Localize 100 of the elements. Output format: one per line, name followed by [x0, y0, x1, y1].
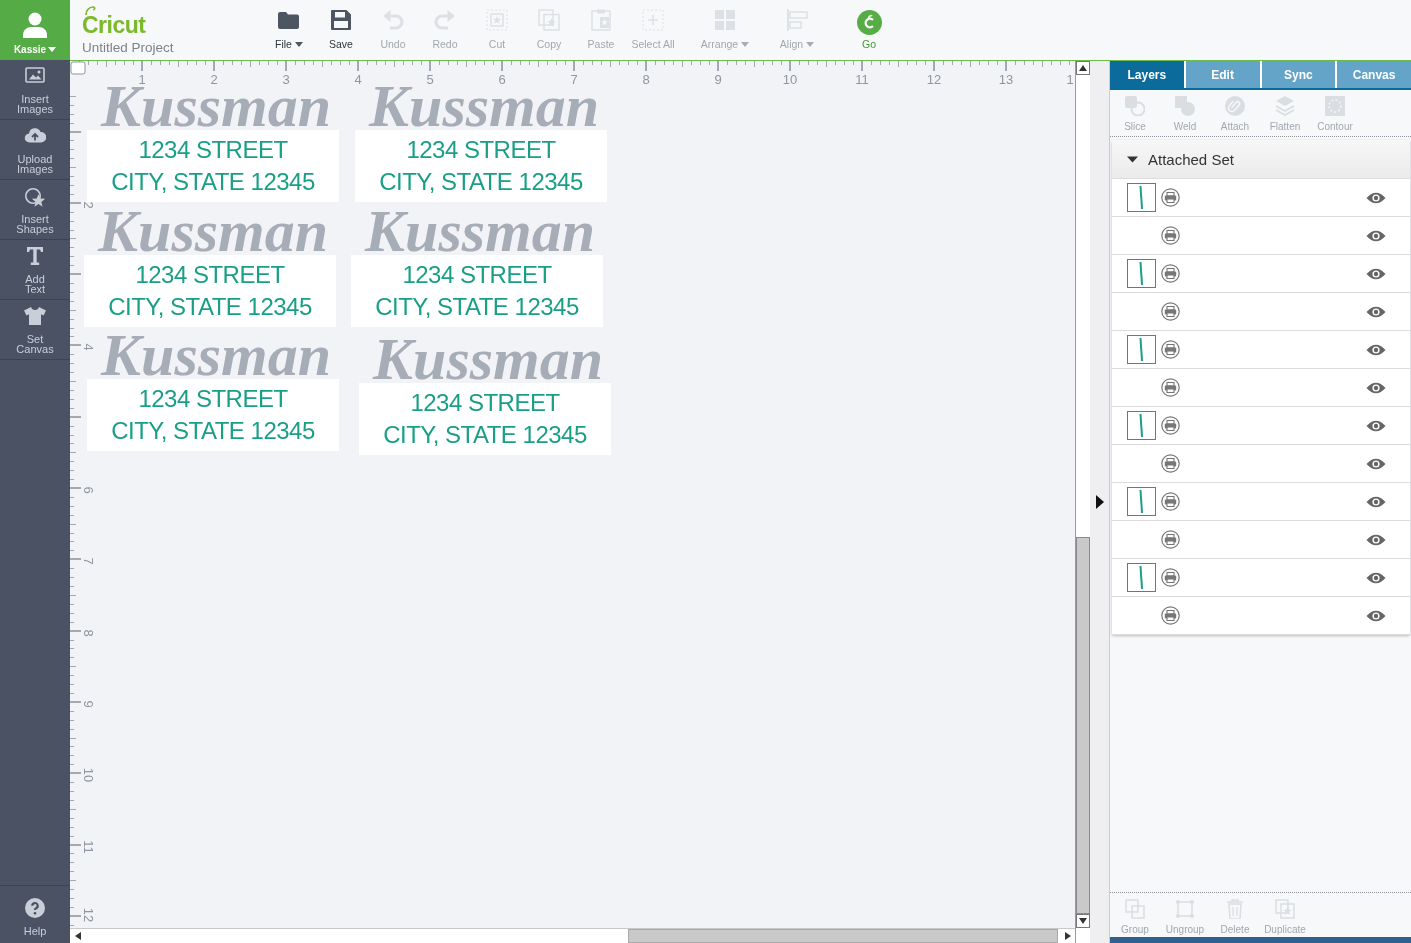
redo-arrow-icon	[433, 9, 457, 31]
thumbnail-icon	[1127, 259, 1156, 288]
user-icon	[23, 12, 47, 38]
eye-icon[interactable]	[1366, 380, 1386, 395]
dashed-circle-icon	[1325, 96, 1345, 116]
ruler-number: 3	[282, 72, 290, 87]
eye-icon[interactable]	[1366, 342, 1386, 357]
scroll-thumb[interactable]	[628, 929, 1058, 943]
eye-icon[interactable]	[1366, 570, 1386, 585]
layer-group-header[interactable]: Attached Set	[1112, 140, 1410, 179]
user-menu-button[interactable]: Kassie	[0, 0, 70, 60]
overlapping-squares-icon	[1125, 899, 1145, 919]
ruler-number: 4	[80, 343, 96, 351]
address-line: 1234 STREET	[406, 135, 556, 165]
ruler-number: 13	[998, 72, 1014, 87]
go-button[interactable]: Go	[833, 0, 905, 60]
thumbnail-icon	[1127, 563, 1156, 592]
ruler-number: 10	[80, 767, 96, 783]
triangle-up-icon	[1079, 65, 1087, 71]
eye-icon[interactable]	[1366, 266, 1386, 281]
name-text: Kussman	[373, 338, 604, 380]
stacked-squares-star-icon	[1275, 899, 1295, 919]
ruler-number: 6	[498, 72, 506, 87]
ruler-number: 5	[426, 72, 434, 87]
printer-icon[interactable]	[1161, 606, 1180, 625]
panel-tab[interactable]: Edit	[1185, 61, 1260, 88]
address-line: CITY, STATE 12345	[111, 167, 315, 197]
help-icon	[25, 898, 45, 918]
caret-icon	[48, 47, 57, 52]
thumbnail-icon	[1127, 335, 1156, 364]
printer-icon[interactable]	[1161, 568, 1180, 587]
eye-icon[interactable]	[1366, 608, 1386, 623]
letter-t-icon	[27, 247, 43, 265]
eye-icon[interactable]	[1366, 304, 1386, 319]
eye-icon[interactable]	[1366, 418, 1386, 433]
address-line: 1234 STREET	[138, 135, 288, 165]
address-line: CITY, STATE 12345	[379, 167, 583, 197]
printer-icon[interactable]	[1161, 530, 1180, 549]
ruler-number: 12	[80, 907, 96, 923]
ruler-number: 1	[1066, 72, 1074, 87]
square-handles-icon	[1175, 899, 1195, 919]
ruler-number: 10	[782, 72, 798, 87]
ruler-number: 8	[642, 72, 650, 87]
dashed-star-square-icon	[485, 9, 509, 31]
eye-icon[interactable]	[1366, 532, 1386, 547]
address-line: CITY, STATE 12345	[111, 416, 315, 446]
logo-wordmark: Cricut	[82, 15, 146, 36]
triangle-down-icon	[1079, 918, 1087, 924]
letter-c-circle-icon	[856, 10, 882, 35]
thumbnail-icon	[1127, 183, 1156, 212]
shirt-icon	[24, 307, 46, 325]
eye-icon[interactable]	[1366, 190, 1386, 205]
printer-icon[interactable]	[1161, 454, 1180, 473]
scroll-up-button[interactable]	[1076, 61, 1090, 75]
name-text: Kussman	[101, 334, 332, 376]
scroll-down-button[interactable]	[1076, 914, 1090, 928]
printer-icon[interactable]	[1161, 378, 1180, 397]
square-circle-merged-icon	[1175, 96, 1195, 116]
panel-tab[interactable]: Sync	[1261, 61, 1336, 88]
eye-icon[interactable]	[1366, 456, 1386, 471]
thumbnail-icon	[1127, 487, 1156, 516]
file-button[interactable]: File	[263, 0, 315, 60]
cloud-upload-icon	[24, 127, 46, 143]
triangle-right-icon[interactable]	[1095, 495, 1104, 509]
paperclip-icon	[1225, 96, 1245, 116]
ruler-number: 4	[354, 72, 362, 87]
panel-tab[interactable]: Layers	[1110, 61, 1184, 88]
printer-icon[interactable]	[1161, 302, 1180, 321]
address-line: 1234 STREET	[402, 260, 552, 290]
save-button[interactable]: Save	[315, 0, 367, 60]
name-text: Kussman	[101, 85, 332, 127]
name-text: Kussman	[365, 210, 596, 252]
undo-arrow-icon	[381, 9, 405, 31]
panel-tab[interactable]: Canvas	[1337, 61, 1411, 88]
overlapping-squares-star-icon	[537, 9, 561, 31]
printer-icon[interactable]	[1161, 492, 1180, 511]
dashed-plus-square-icon	[641, 9, 665, 31]
name-text: Kussman	[369, 85, 600, 127]
grid-icon	[713, 9, 737, 31]
printer-icon[interactable]	[1161, 416, 1180, 435]
address-line: 1234 STREET	[138, 384, 288, 414]
picture-icon	[25, 67, 45, 83]
eye-icon[interactable]	[1366, 494, 1386, 509]
align-left-icon	[785, 9, 809, 31]
thumbnail-icon	[1127, 411, 1156, 440]
printer-icon[interactable]	[1161, 340, 1180, 359]
printer-icon[interactable]	[1161, 226, 1180, 245]
swirl-icon	[84, 5, 96, 15]
ruler-number: 9	[80, 700, 96, 708]
ruler-number: 6	[80, 486, 96, 494]
folder-icon	[277, 9, 301, 31]
printer-icon[interactable]	[1161, 188, 1180, 207]
ruler-number: 1	[138, 72, 146, 87]
eye-icon[interactable]	[1366, 228, 1386, 243]
circle-star-icon	[24, 187, 46, 208]
printer-icon[interactable]	[1161, 264, 1180, 283]
ruler-number: 9	[714, 72, 722, 87]
scroll-thumb[interactable]	[1076, 537, 1090, 914]
ruler-number: 7	[570, 72, 578, 87]
address-line: CITY, STATE 12345	[375, 292, 579, 322]
